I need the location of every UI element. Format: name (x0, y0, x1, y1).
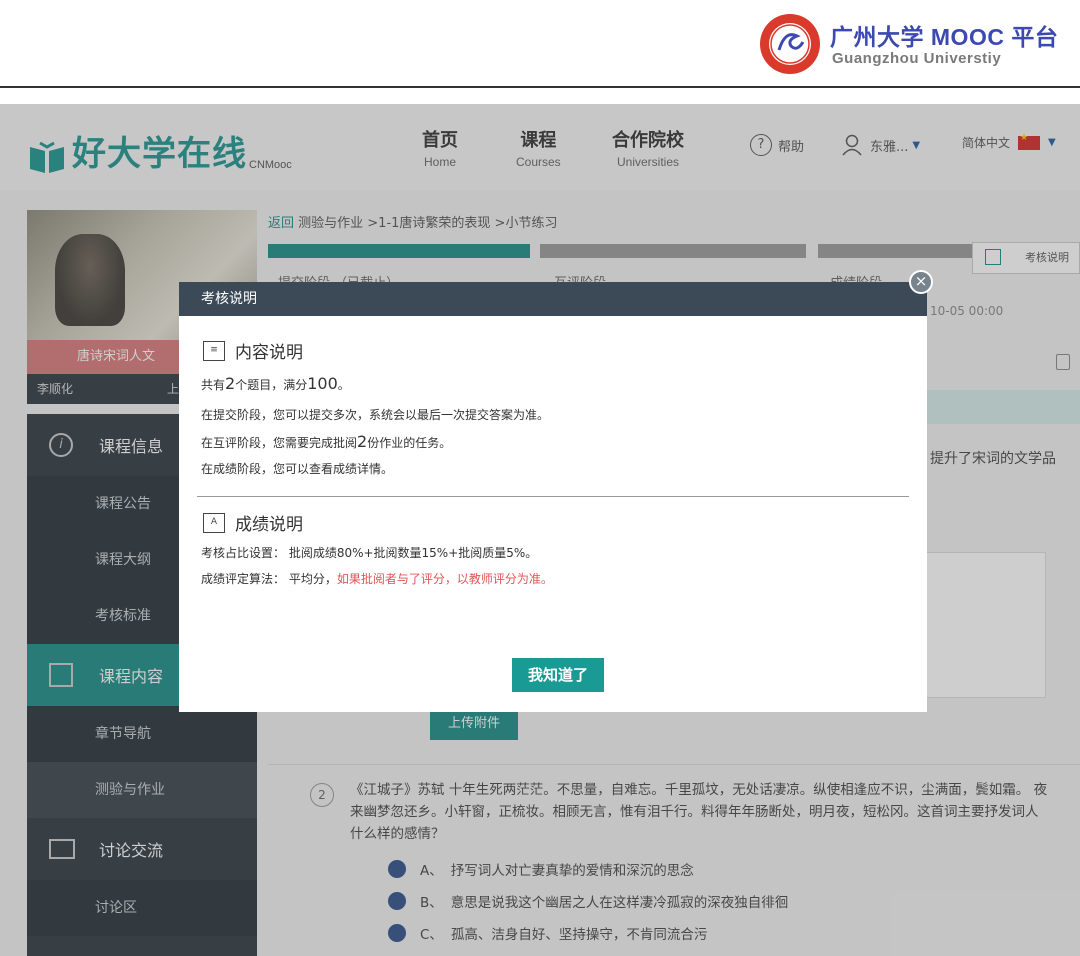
text: 在互评阶段，您需要完成批阅 (201, 436, 358, 450)
document-icon: ≡ (203, 340, 225, 361)
guangzhou-university-seal-icon (760, 14, 820, 74)
score-chart-icon: A (203, 512, 225, 533)
content-section-label: 内容说明 (235, 343, 303, 363)
text: 共有 (201, 378, 226, 392)
content-line-2: 在提交阶段，您可以提交多次，系统会以最后一次提交答案为准。 (201, 408, 550, 422)
acknowledge-button[interactable]: 我知道了 (512, 658, 604, 692)
score-line-1: 考核占比设置： 批阅成绩80%+批阅数量15%+批阅质量5%。 (201, 546, 538, 560)
score-line-2: 成绩评定算法： 平均分，如果批阅者与了评分，以教师评分为准。 (201, 570, 553, 587)
content-line-4: 在成绩阶段，您可以查看成绩详情。 (201, 462, 394, 476)
content-line-3: 在互评阶段，您需要完成批阅2份作业的任务。 (201, 432, 451, 451)
text: 成绩评定算法： 平均分， (201, 572, 337, 586)
modal-divider (197, 496, 909, 497)
close-icon[interactable]: × (909, 270, 933, 294)
content-line-1: 共有2个题目，满分100。 (201, 374, 350, 393)
exam-info-modal: 考核说明 × ≡ 内容说明 共有2个题目，满分100。 在提交阶段，您可以提交多… (179, 270, 933, 712)
platform-subtitle: Guangzhou Universtiy (832, 50, 1002, 67)
warning-text: 如果批阅者与了评分，以教师评分为准。 (336, 572, 553, 586)
modal-title: 考核说明 (179, 282, 927, 316)
review-count: 2 (357, 432, 368, 451)
page: 广州大学 MOOC 平台 Guangzhou Universtiy 好大学在线 … (0, 0, 1080, 956)
text: 个题目，满分 (235, 378, 308, 392)
document-header: 广州大学 MOOC 平台 Guangzhou Universtiy (0, 0, 1080, 88)
full-score: 100 (307, 374, 338, 393)
screenshot-frame: 好大学在线 CNMooc 首页 Home 课程 Courses 合作院校 Uni… (0, 104, 1080, 956)
content-section-title: ≡ 内容说明 (203, 338, 303, 363)
text: 份作业的任务。 (367, 436, 452, 450)
score-section-label: 成绩说明 (235, 515, 303, 535)
question-count: 2 (225, 374, 236, 393)
score-section-title: A 成绩说明 (203, 510, 303, 535)
platform-name: 广州大学 MOOC 平台 (830, 24, 1059, 50)
text: 。 (337, 378, 350, 392)
